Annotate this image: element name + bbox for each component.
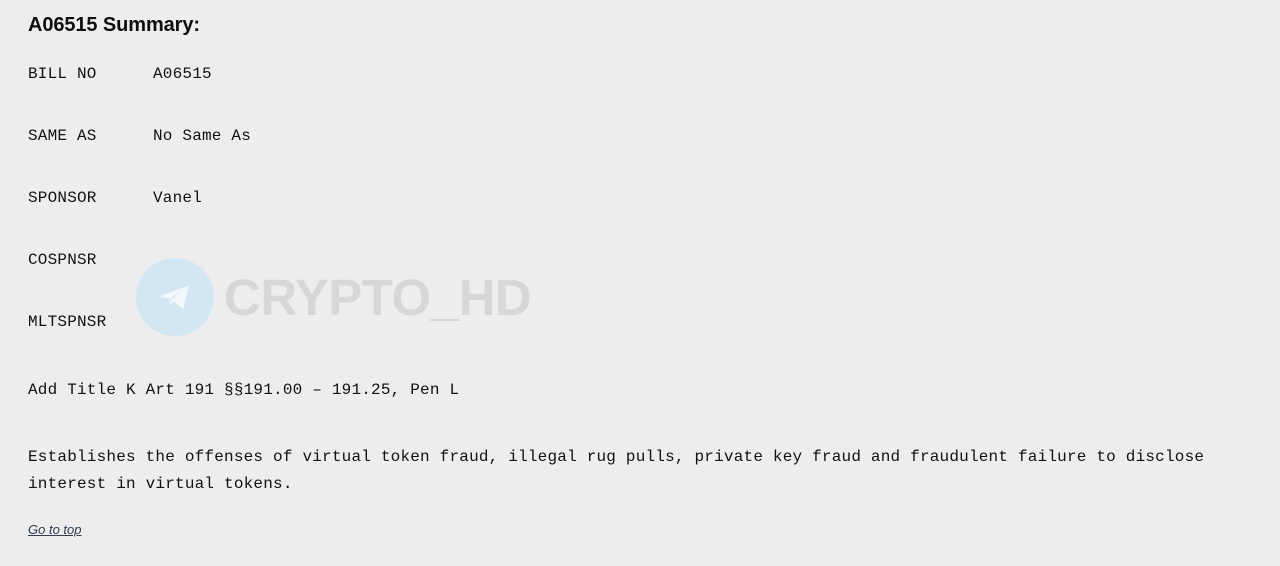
table-row: SPONSOR Vanel [28, 190, 251, 252]
row-label-sponsor: SPONSOR [28, 189, 97, 207]
table-row: SAME AS No Same As [28, 128, 251, 190]
row-label-cospnsr: COSPNSR [28, 251, 97, 269]
bill-summary-page: CRYPTO_HD A06515 Summary: BILL NO A06515… [0, 0, 1280, 566]
row-label-same-as: SAME AS [28, 127, 97, 145]
watermark-text: CRYPTO_HD [224, 268, 532, 326]
row-value-same-as: No Same As [153, 127, 252, 145]
row-label-bill-no: BILL NO [28, 65, 97, 83]
go-to-top-link[interactable]: Go to top [28, 522, 81, 537]
page-title: A06515 Summary: [28, 14, 200, 36]
row-value-bill-no: A06515 [153, 65, 212, 83]
row-value-sponsor: Vanel [153, 189, 203, 207]
table-row: MLTSPNSR [28, 314, 251, 376]
table-row: BILL NO A06515 [28, 66, 251, 128]
row-value-cospnsr [153, 252, 251, 314]
table-row: COSPNSR [28, 252, 251, 314]
bill-description-text: Establishes the offenses of virtual toke… [28, 448, 1205, 493]
row-label-mltspnsr: MLTSPNSR [28, 313, 107, 331]
bill-summary-table: BILL NO A06515 SAME AS No Same As SPONSO… [28, 66, 251, 376]
amendment-text: Add Title K Art 191 §§191.00 – 191.25, P… [28, 381, 460, 399]
row-value-mltspnsr [153, 314, 251, 376]
